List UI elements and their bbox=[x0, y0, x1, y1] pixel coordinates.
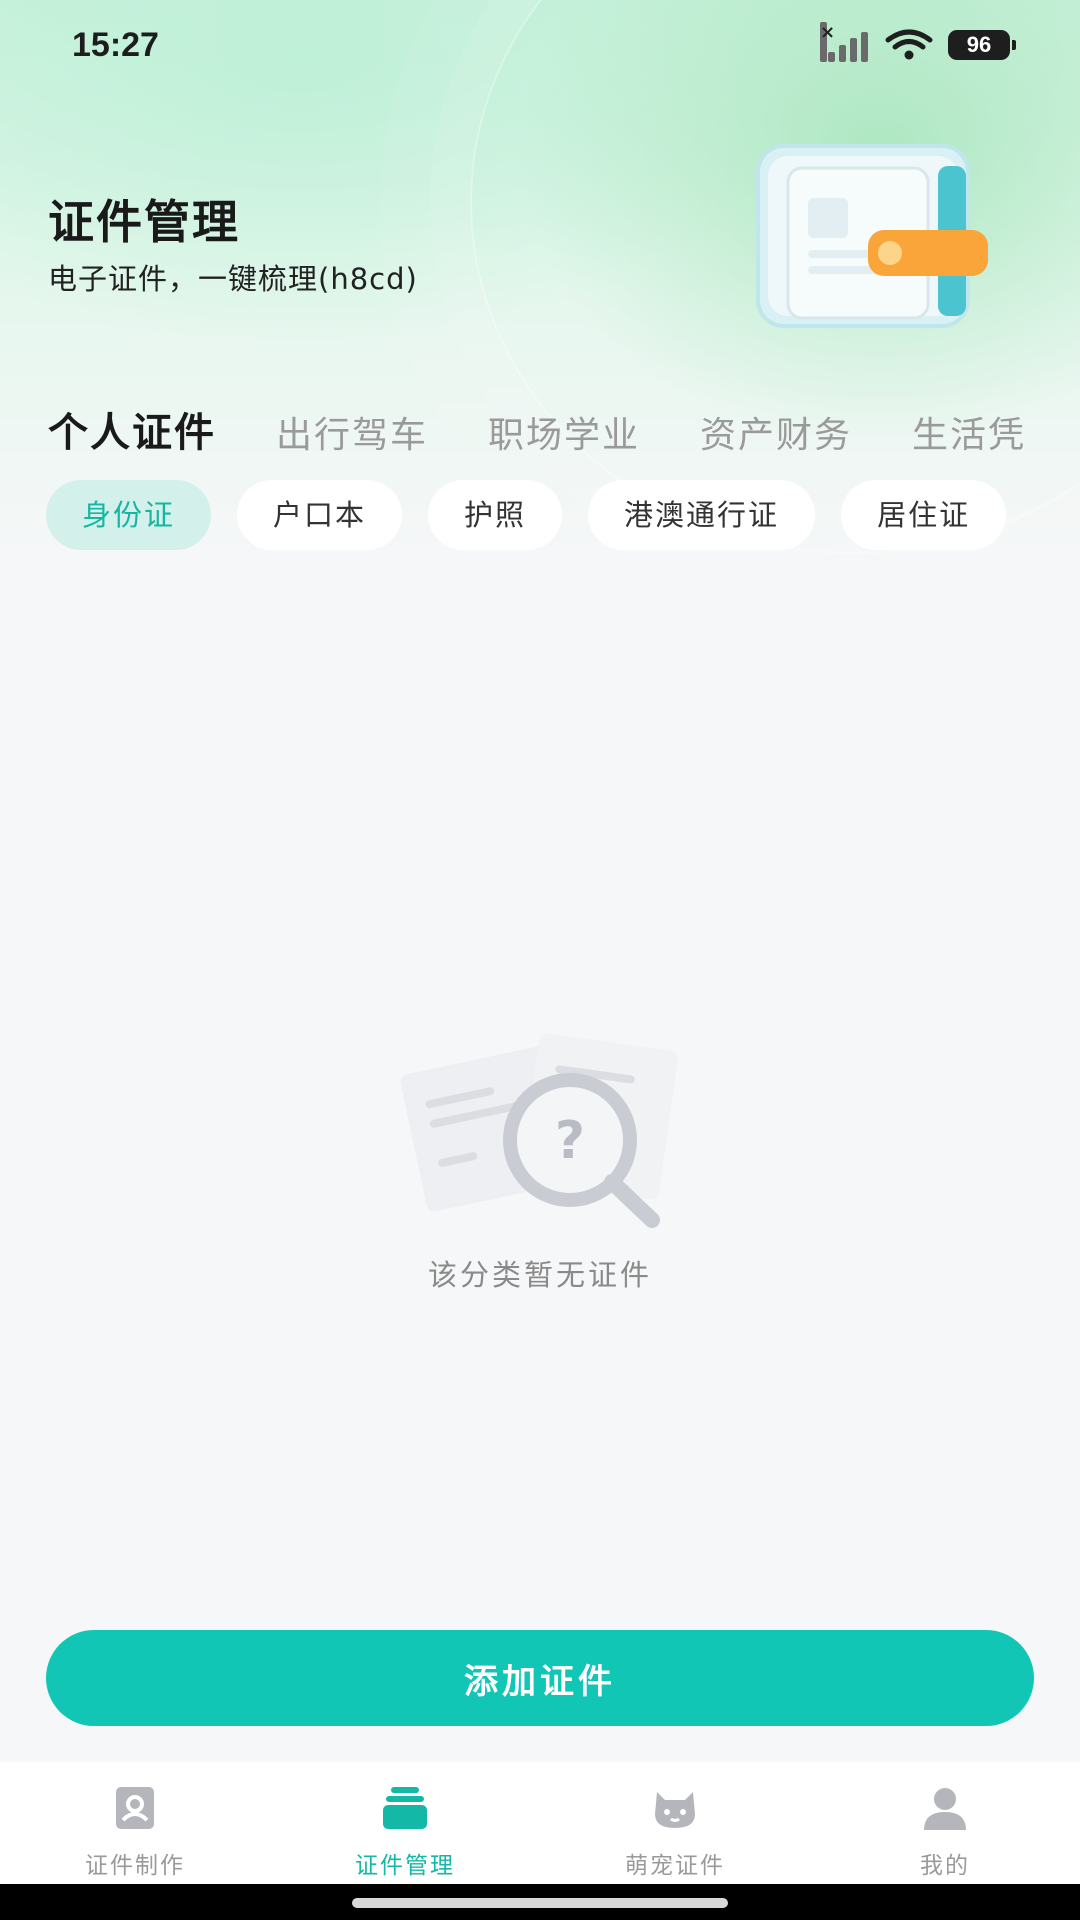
wallet-illustration bbox=[756, 144, 988, 328]
nav-item-document-making[interactable]: 证件制作 bbox=[0, 1762, 270, 1884]
search-question-icon: ? bbox=[400, 1033, 678, 1228]
nav-item-mine[interactable]: 我的 bbox=[810, 1762, 1080, 1884]
nav-label: 证件管理 bbox=[355, 1853, 455, 1879]
card-stack-icon bbox=[383, 1787, 427, 1829]
bottom-nav: 证件制作 证件管理 萌宠证件 我的 bbox=[0, 1762, 1080, 1884]
chip-id-card[interactable]: 身份证 bbox=[46, 480, 212, 550]
add-document-button[interactable]: 添加证件 bbox=[46, 1630, 1034, 1726]
user-icon bbox=[924, 1788, 966, 1830]
battery-indicator: 96 bbox=[948, 30, 1016, 60]
status-time: 15:27 bbox=[72, 26, 159, 64]
signal-icon: × bbox=[820, 22, 870, 62]
nav-item-document-management[interactable]: 证件管理 bbox=[270, 1762, 540, 1884]
tab-travel-driving[interactable]: 出行驾车 bbox=[276, 406, 428, 458]
page-title: 证件管理 bbox=[48, 195, 240, 249]
tab-assets-finance[interactable]: 资产财务 bbox=[700, 406, 852, 458]
document-type-chips: 身份证 户口本 护照 港澳通行证 居住证 bbox=[46, 480, 1080, 552]
pet-icon bbox=[655, 1792, 695, 1828]
nav-label: 证件制作 bbox=[85, 1853, 185, 1879]
chip-household-register[interactable]: 户口本 bbox=[237, 480, 403, 550]
status-icons: × 96 bbox=[820, 22, 1016, 62]
id-card-icon bbox=[116, 1787, 154, 1829]
page-subtitle: 电子证件，一键梳理(h8cd) bbox=[48, 262, 418, 296]
svg-text:?: ? bbox=[555, 1111, 585, 1171]
wifi-icon bbox=[885, 29, 933, 60]
nav-label: 我的 bbox=[920, 1853, 970, 1879]
nav-label: 萌宠证件 bbox=[625, 1853, 725, 1879]
chip-passport[interactable]: 护照 bbox=[428, 480, 563, 550]
nav-item-pet-documents[interactable]: 萌宠证件 bbox=[540, 1762, 810, 1884]
chip-residence-permit[interactable]: 居住证 bbox=[841, 480, 1007, 550]
tab-personal-documents[interactable]: 个人证件 bbox=[48, 400, 216, 458]
chip-hk-macau-permit[interactable]: 港澳通行证 bbox=[588, 480, 816, 550]
tab-work-study[interactable]: 职场学业 bbox=[488, 406, 640, 458]
empty-state-text: 该分类暂无证件 bbox=[427, 1258, 652, 1292]
category-tabs: 个人证件 出行驾车 职场学业 资产财务 生活凭 bbox=[48, 400, 1080, 464]
home-indicator[interactable] bbox=[352, 1898, 728, 1908]
status-bar: 15:27 × 96 bbox=[0, 0, 1080, 96]
tab-life-vouchers[interactable]: 生活凭 bbox=[912, 406, 1026, 458]
